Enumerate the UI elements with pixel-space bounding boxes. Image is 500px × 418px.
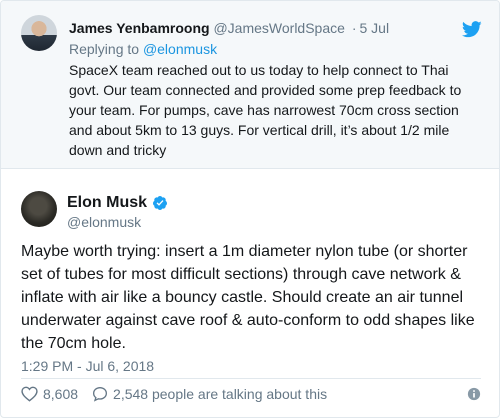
heart-icon[interactable] xyxy=(21,386,38,402)
replying-to: Replying to @elonmusk xyxy=(69,41,217,57)
parent-tweet[interactable]: James Yenbamroong @JamesWorldSpace · 5 Ju… xyxy=(1,1,499,169)
tweet-text: Maybe worth trying: insert a 1m diameter… xyxy=(21,243,475,352)
parent-tweet-text: SpaceX team reached out to us today to h… xyxy=(69,62,462,158)
speech-bubble-icon[interactable] xyxy=(92,386,108,402)
author-name[interactable]: James Yenbamroong xyxy=(69,20,210,36)
twitter-bird-icon[interactable] xyxy=(462,21,482,38)
avatar[interactable] xyxy=(21,191,57,227)
author-name-row: Elon Musk xyxy=(67,194,168,212)
like-count[interactable]: 8,608 xyxy=(43,386,78,402)
replying-prefix: Replying to xyxy=(69,41,140,57)
author-name[interactable]: Elon Musk xyxy=(67,194,147,212)
tweet-timestamp[interactable]: 1:29 PM - Jul 6, 2018 xyxy=(21,358,154,374)
tweet-date[interactable]: 5 Jul xyxy=(359,20,389,36)
author-handle[interactable]: @JamesWorldSpace xyxy=(213,20,344,36)
embedded-tweet-card: James Yenbamroong @JamesWorldSpace · 5 Ju… xyxy=(0,0,500,418)
tweet-actions: 8,608 2,548 people are talking about thi… xyxy=(21,386,327,402)
divider xyxy=(21,378,481,379)
verified-badge-icon xyxy=(153,196,168,210)
mention-link[interactable]: @elonmusk xyxy=(143,41,217,57)
avatar[interactable] xyxy=(21,15,57,51)
info-icon[interactable] xyxy=(467,387,481,401)
author-handle[interactable]: @elonmusk xyxy=(67,214,141,230)
separator: · xyxy=(351,20,357,36)
talking-count[interactable]: 2,548 people are talking about this xyxy=(113,386,327,402)
parent-tweet-header: James Yenbamroong @JamesWorldSpace · 5 Ju… xyxy=(69,20,389,36)
